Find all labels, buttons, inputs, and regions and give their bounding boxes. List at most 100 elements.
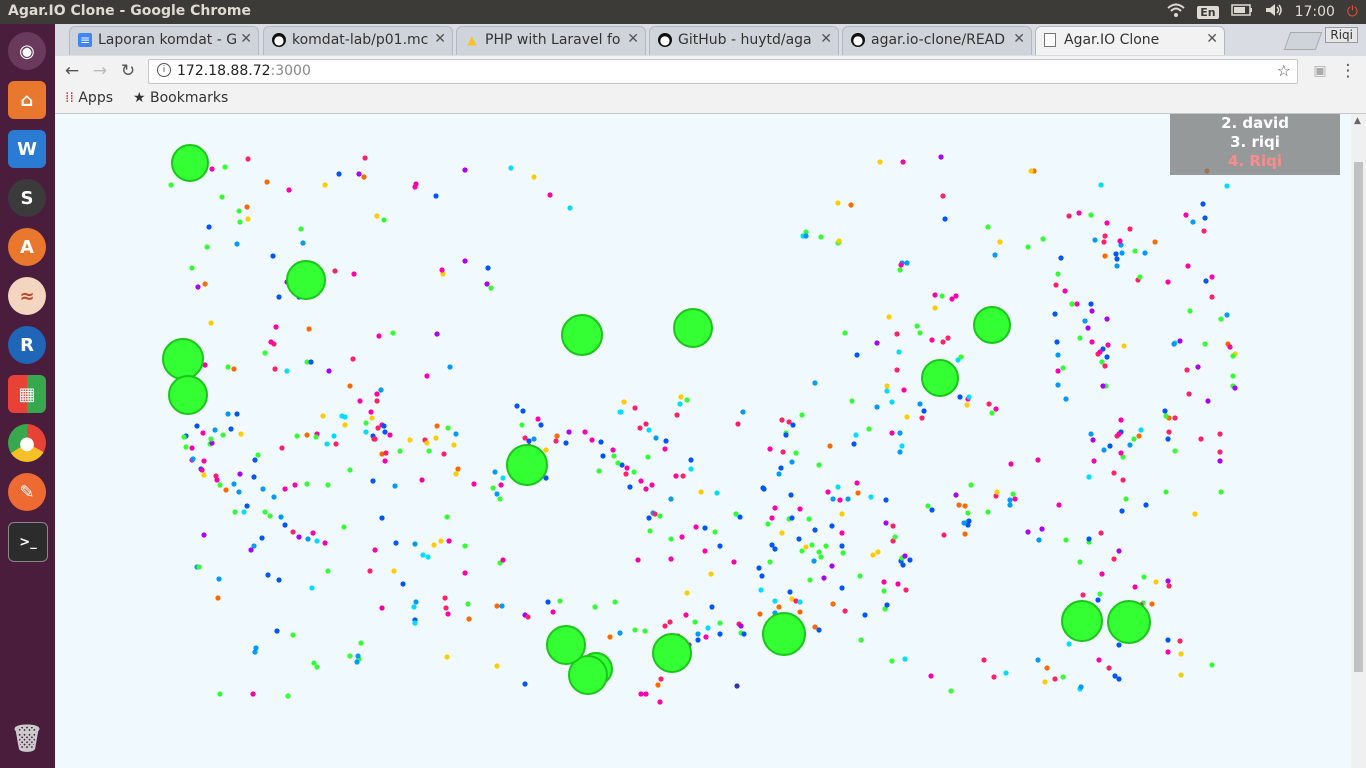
tab-laporan-komdat[interactable]: ≡ Laporan komdat - G ✕ bbox=[69, 26, 259, 55]
volume-icon[interactable] bbox=[1265, 3, 1283, 21]
food-pellet bbox=[1082, 318, 1088, 324]
food-pellet bbox=[1192, 511, 1198, 517]
food-pellet bbox=[413, 599, 419, 605]
tab-komdat-lab[interactable]: ● komdat-lab/p01.mc ✕ bbox=[263, 26, 453, 55]
food-pellet bbox=[787, 589, 793, 595]
food-pellet bbox=[355, 653, 361, 659]
food-pellet bbox=[566, 429, 572, 435]
address-bar[interactable]: i 172.18.88.72:3000 ☆ bbox=[148, 59, 1298, 84]
food-pellet bbox=[853, 432, 859, 438]
profile-button[interactable]: Riqi bbox=[1325, 27, 1358, 43]
apps-shortcut[interactable]: ⁞⁞ Apps bbox=[65, 90, 113, 106]
food-pellet bbox=[492, 469, 498, 475]
food-pellet bbox=[494, 663, 500, 669]
food-pellet bbox=[336, 171, 342, 177]
food-pellet bbox=[374, 213, 380, 219]
food-pellet bbox=[1177, 638, 1183, 644]
sublime-text-icon[interactable]: S bbox=[8, 179, 46, 217]
info-icon[interactable]: i bbox=[157, 63, 171, 77]
genie-lamp-icon[interactable]: ≈ bbox=[8, 277, 46, 315]
power-icon[interactable]: ⏻ bbox=[1347, 4, 1358, 20]
menu-icon[interactable]: ⋮ bbox=[1337, 60, 1359, 82]
food-pellet bbox=[717, 631, 723, 637]
food-pellet bbox=[497, 496, 503, 502]
food-pellet bbox=[897, 430, 903, 436]
github-icon: ● bbox=[272, 33, 286, 47]
food-pellet bbox=[1165, 637, 1171, 643]
game-board[interactable] bbox=[55, 114, 1351, 768]
bookmark-star-icon[interactable]: ☆ bbox=[1277, 61, 1291, 80]
postman-tool-icon[interactable]: ✎ bbox=[8, 473, 46, 511]
r-language-icon[interactable]: R bbox=[8, 326, 46, 364]
reload-button[interactable]: ↻ bbox=[117, 60, 139, 82]
food-pellet bbox=[717, 543, 723, 549]
food-pellet bbox=[563, 440, 569, 446]
ubuntu-dash-icon[interactable]: ◉ bbox=[8, 32, 46, 70]
new-tab-button[interactable] bbox=[1283, 32, 1323, 50]
forward-button[interactable]: → bbox=[89, 60, 111, 82]
writer-document-icon[interactable]: W bbox=[8, 130, 46, 168]
food-pellet bbox=[1089, 308, 1095, 314]
food-pellet bbox=[964, 402, 970, 408]
apps-grid-icon[interactable]: ▦ bbox=[8, 375, 46, 413]
page-scrollbar[interactable]: ▲ bbox=[1351, 114, 1366, 768]
food-pellet bbox=[965, 522, 971, 528]
food-pellet bbox=[271, 494, 277, 500]
clock[interactable]: 17:00 bbox=[1295, 4, 1335, 20]
game-canvas[interactable]: 2. david 3. riqi 4. Riqi bbox=[55, 114, 1351, 768]
player-cell bbox=[162, 338, 204, 380]
food-pellet bbox=[538, 422, 544, 428]
food-pellet bbox=[1201, 228, 1207, 234]
food-pellet bbox=[375, 425, 381, 431]
food-pellet bbox=[251, 474, 257, 480]
food-pellet bbox=[1036, 537, 1042, 543]
close-icon[interactable]: ✕ bbox=[434, 31, 446, 47]
food-pellet bbox=[1039, 526, 1045, 532]
close-icon[interactable]: ✕ bbox=[1013, 31, 1025, 47]
scrollbar-thumb[interactable] bbox=[1354, 162, 1363, 672]
tab-agar-readme[interactable]: ● agar.io-clone/READ ✕ bbox=[842, 26, 1032, 55]
food-pellet bbox=[446, 538, 452, 544]
food-pellet bbox=[1205, 398, 1211, 404]
keyboard-language-indicator[interactable]: En bbox=[1197, 5, 1219, 19]
wifi-icon[interactable] bbox=[1167, 3, 1185, 21]
extension-icon[interactable]: ▣ bbox=[1309, 60, 1331, 82]
food-pellet bbox=[1195, 364, 1201, 370]
tab-php-laravel[interactable]: ▲ PHP with Laravel fo ✕ bbox=[456, 26, 646, 55]
food-pellet bbox=[981, 657, 987, 663]
food-pellet bbox=[840, 550, 846, 556]
food-pellet bbox=[292, 482, 298, 488]
terminal-icon[interactable]: >_ bbox=[8, 522, 48, 562]
close-icon[interactable]: ✕ bbox=[1206, 31, 1218, 47]
food-pellet bbox=[643, 486, 649, 492]
tab-label: PHP with Laravel fo bbox=[485, 32, 621, 48]
back-button[interactable]: ← bbox=[61, 60, 83, 82]
tab-agar-clone[interactable]: Agar.IO Clone ✕ bbox=[1035, 26, 1225, 55]
chrome-browser-icon[interactable]: ● bbox=[8, 424, 46, 462]
food-pellet bbox=[1177, 338, 1183, 344]
trash-icon[interactable]: 🗑 bbox=[8, 720, 46, 758]
food-pellet bbox=[282, 522, 288, 528]
food-pellet bbox=[259, 535, 265, 541]
scroll-up-icon[interactable]: ▲ bbox=[1354, 116, 1361, 126]
close-icon[interactable]: ✕ bbox=[820, 31, 832, 47]
food-pellet bbox=[582, 429, 588, 435]
food-pellet bbox=[420, 552, 426, 558]
bookmarks-folder[interactable]: ★ Bookmarks bbox=[133, 90, 228, 106]
food-pellet bbox=[1028, 168, 1034, 174]
food-pellet bbox=[921, 408, 927, 414]
food-pellet bbox=[757, 611, 763, 617]
software-center-icon[interactable]: A bbox=[8, 228, 46, 266]
tab-github-huytd[interactable]: ● GitHub - huytd/aga ✕ bbox=[649, 26, 839, 55]
food-pellet bbox=[1025, 244, 1031, 250]
food-pellet bbox=[607, 634, 613, 640]
food-pellet bbox=[347, 467, 353, 473]
files-folder-icon[interactable]: ⌂ bbox=[8, 81, 46, 119]
food-pellet bbox=[993, 406, 999, 412]
close-icon[interactable]: ✕ bbox=[240, 31, 252, 47]
close-icon[interactable]: ✕ bbox=[627, 31, 639, 47]
food-pellet bbox=[220, 432, 226, 438]
food-pellet bbox=[314, 664, 320, 670]
food-pellet bbox=[434, 331, 440, 337]
battery-icon[interactable] bbox=[1230, 4, 1253, 20]
